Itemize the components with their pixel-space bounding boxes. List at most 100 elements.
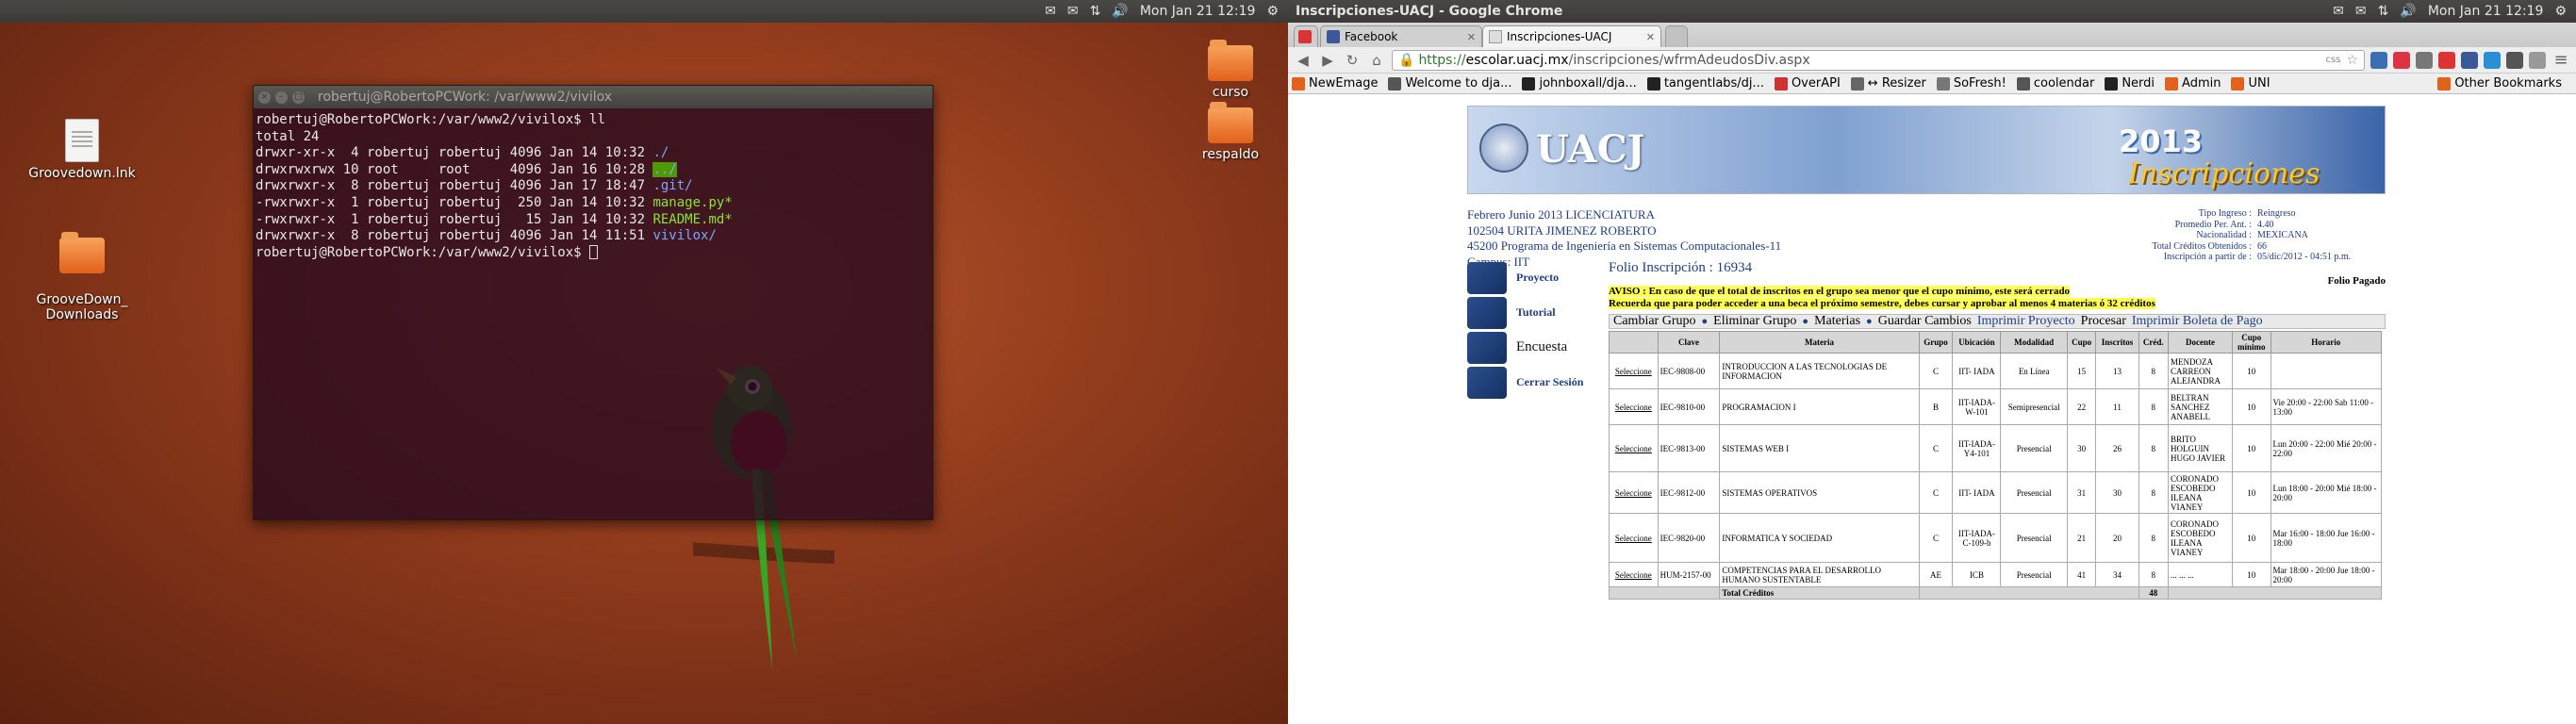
home-icon[interactable]: ⌂ (1367, 52, 1386, 69)
extension-icon[interactable] (2370, 51, 2387, 69)
table-cell[interactable]: Seleccione (1609, 513, 1659, 563)
terminal-output[interactable]: robertuj@RobertoPCWork:/var/www2/vivilox… (254, 108, 933, 519)
extension-icon[interactable] (2393, 51, 2410, 69)
minimize-icon[interactable]: – (275, 90, 288, 104)
select-link[interactable]: Seleccione (1615, 488, 1652, 498)
terminal-total-line: total 24 (256, 128, 320, 144)
reload-icon[interactable]: ↻ (1343, 52, 1362, 69)
action-procesar[interactable]: Procesar (2081, 315, 2126, 328)
select-link[interactable]: Seleccione (1615, 534, 1652, 543)
address-bar[interactable]: 🔒 https://escolar.uacj.mx/inscripciones/… (1392, 49, 2365, 71)
terminal-window[interactable]: × – □ robertuj@RobertoPCWork: /var/www2/… (253, 85, 933, 520)
bookmark-item[interactable]: OverAPI (1774, 76, 1841, 90)
close-icon[interactable]: × (258, 90, 271, 104)
bookmark-star-icon[interactable]: ☆ (2346, 53, 2358, 68)
bookmark-item[interactable]: SoFresh! (1936, 76, 2006, 90)
desktop-icon-groovedown[interactable]: Groovedown.lnk (21, 119, 143, 181)
sidebar-item-cerrar-sesion[interactable]: Cerrar Sesión (1467, 365, 1599, 400)
table-cell[interactable]: Seleccione (1609, 388, 1659, 425)
close-tab-icon[interactable]: ✕ (1461, 31, 1476, 43)
other-bookmarks[interactable]: Other Bookmarks (2437, 76, 2562, 90)
volume-icon[interactable]: 🔊 (1112, 4, 1128, 19)
table-cell[interactable]: Seleccione (1609, 424, 1659, 472)
back-icon[interactable]: ◀ (1294, 52, 1313, 69)
indicator-icon[interactable]: ✉ (1045, 4, 1056, 19)
desktop-icon-respaldo[interactable]: respaldo (1169, 102, 1288, 162)
maximize-icon[interactable]: □ (292, 90, 305, 104)
file-meta: -rwxrwxr-x 1 robertuj robertuj 15 Jan 14… (256, 211, 653, 227)
extension-icon[interactable] (2416, 51, 2433, 69)
menu-wrench-icon[interactable]: ≡ (2551, 50, 2570, 70)
select-link[interactable]: Seleccione (1615, 403, 1652, 412)
clock[interactable]: Mon Jan 21 12:19 (1140, 4, 1256, 19)
tab-inscripciones[interactable]: Inscripciones-UACJ ✕ (1482, 25, 1661, 47)
network-icon[interactable]: ⇅ (2378, 4, 2389, 19)
indicator-icon[interactable]: ✉ (2333, 4, 2344, 19)
table-cell[interactable]: Seleccione (1609, 562, 1659, 587)
bookmark-item[interactable]: johnboxall/dja... (1522, 76, 1637, 90)
terminal-listing-row: drwxrwxr-x 8 robertuj robertuj 4096 Jan … (256, 178, 931, 195)
clock[interactable]: Mon Jan 21 12:19 (2428, 4, 2544, 19)
extension-icon[interactable] (2438, 51, 2455, 69)
action-eliminar-grupo[interactable]: Eliminar Grupo (1713, 315, 1796, 328)
tab-facebook[interactable]: Facebook ✕ (1320, 25, 1482, 47)
bullet-icon: ● (1701, 316, 1709, 327)
table-cell: 11 (2095, 388, 2139, 425)
bookmark-label: OverAPI (1791, 76, 1841, 90)
extension-icon[interactable] (2461, 51, 2478, 69)
table-row: Seleccione IEC-9808-00 INTRODUCCION A LAS … (1609, 353, 2383, 389)
table-cell[interactable]: Seleccione (1609, 353, 1659, 389)
bookmark-item[interactable]: Admin (2165, 76, 2221, 90)
extension-icon[interactable] (2506, 51, 2523, 69)
desktop-icon-curso[interactable]: curso (1169, 40, 1288, 100)
bookmark-item[interactable]: coolendar (2016, 76, 2094, 90)
desktop-icon-groovedown-downloads[interactable]: GrooveDown_ Downloads (21, 222, 143, 337)
bookmark-favicon-icon (2016, 76, 2030, 90)
action-materias[interactable]: Materias (1814, 315, 1860, 328)
lock-icon: 🔒 (1398, 52, 1415, 68)
gear-icon[interactable]: ⚙ (2554, 4, 2567, 19)
table-cell: MENDOZA CARREON ALEJANDRA (2167, 353, 2234, 389)
mail-icon[interactable]: ✉ (1067, 4, 1079, 19)
table-cell[interactable]: Seleccione (1609, 471, 1659, 514)
select-link[interactable]: Seleccione (1615, 367, 1652, 376)
bookmark-item[interactable]: tangentlabs/dj... (1646, 76, 1764, 90)
terminal-listing-row: drwxrwxr-x 8 robertuj robertuj 4096 Jan … (256, 228, 931, 245)
bookmark-label: SoFresh! (1953, 76, 2006, 90)
network-icon[interactable]: ⇅ (1090, 4, 1101, 19)
bookmark-item[interactable]: ↔ Resizer (1850, 76, 1926, 90)
select-link[interactable]: Seleccione (1615, 444, 1652, 453)
terminal-titlebar[interactable]: × – □ robertuj@RobertoPCWork: /var/www2/… (254, 86, 933, 108)
new-tab-button[interactable] (1665, 25, 1688, 47)
bookmark-item[interactable]: Nerdi (2105, 76, 2155, 90)
dual-monitor-screen: ✉ ✉ ⇅ 🔊 Mon Jan 21 12:19 ⚙ Groovedown.ln… (0, 0, 2576, 724)
css-extension-icon[interactable]: css (2326, 55, 2341, 65)
bookmark-item[interactable]: UNI (2231, 76, 2271, 90)
table-cell: IEC-9813-00 (1657, 424, 1721, 472)
bookmark-item[interactable]: NewEmage (1292, 76, 1378, 90)
volume-icon[interactable]: 🔊 (2400, 4, 2416, 19)
action-imprimir-proyecto[interactable]: Imprimir Proyecto (1977, 315, 2075, 328)
action-cambiar-grupo[interactable]: Cambiar Grupo (1613, 315, 1695, 328)
table-cell: SISTEMAS OPERATIVOS (1719, 471, 1920, 514)
table-cell: HUM-2157-00 (1657, 562, 1721, 587)
folder-icon (59, 232, 105, 273)
right-monitor: Inscripciones-UACJ - Google Chrome ✉ ✉ ⇅… (1288, 0, 2576, 724)
gear-icon[interactable]: ⚙ (1266, 4, 1279, 19)
action-guardar-cambios[interactable]: Guardar Cambios (1878, 315, 1972, 328)
action-imprimir-boleta-de-pago[interactable]: Imprimir Boleta de Pago (2132, 315, 2263, 328)
tab-gmail-pinned[interactable] (1294, 25, 1318, 47)
mail-icon[interactable]: ✉ (2355, 4, 2367, 19)
sidebar-item-proyecto[interactable]: Proyecto (1467, 260, 1599, 295)
close-tab-icon[interactable]: ✕ (1641, 31, 1655, 43)
forward-icon[interactable]: ▶ (1318, 52, 1337, 69)
table-row: Seleccione HUM-2157-00 COMPETENCIAS PARA E… (1609, 562, 2383, 587)
extension-icon[interactable] (2484, 51, 2501, 69)
extension-icon[interactable] (2529, 51, 2546, 69)
table-cell: ... ... ... (2167, 562, 2234, 587)
bookmark-item[interactable]: Welcome to dja... (1388, 76, 1511, 90)
sidebar-item-tutorial[interactable]: Tutorial (1467, 295, 1599, 330)
select-link[interactable]: Seleccione (1615, 570, 1652, 580)
sidebar-item-encuesta[interactable]: Encuesta (1467, 330, 1599, 365)
table-cell: 10 (2232, 388, 2271, 425)
